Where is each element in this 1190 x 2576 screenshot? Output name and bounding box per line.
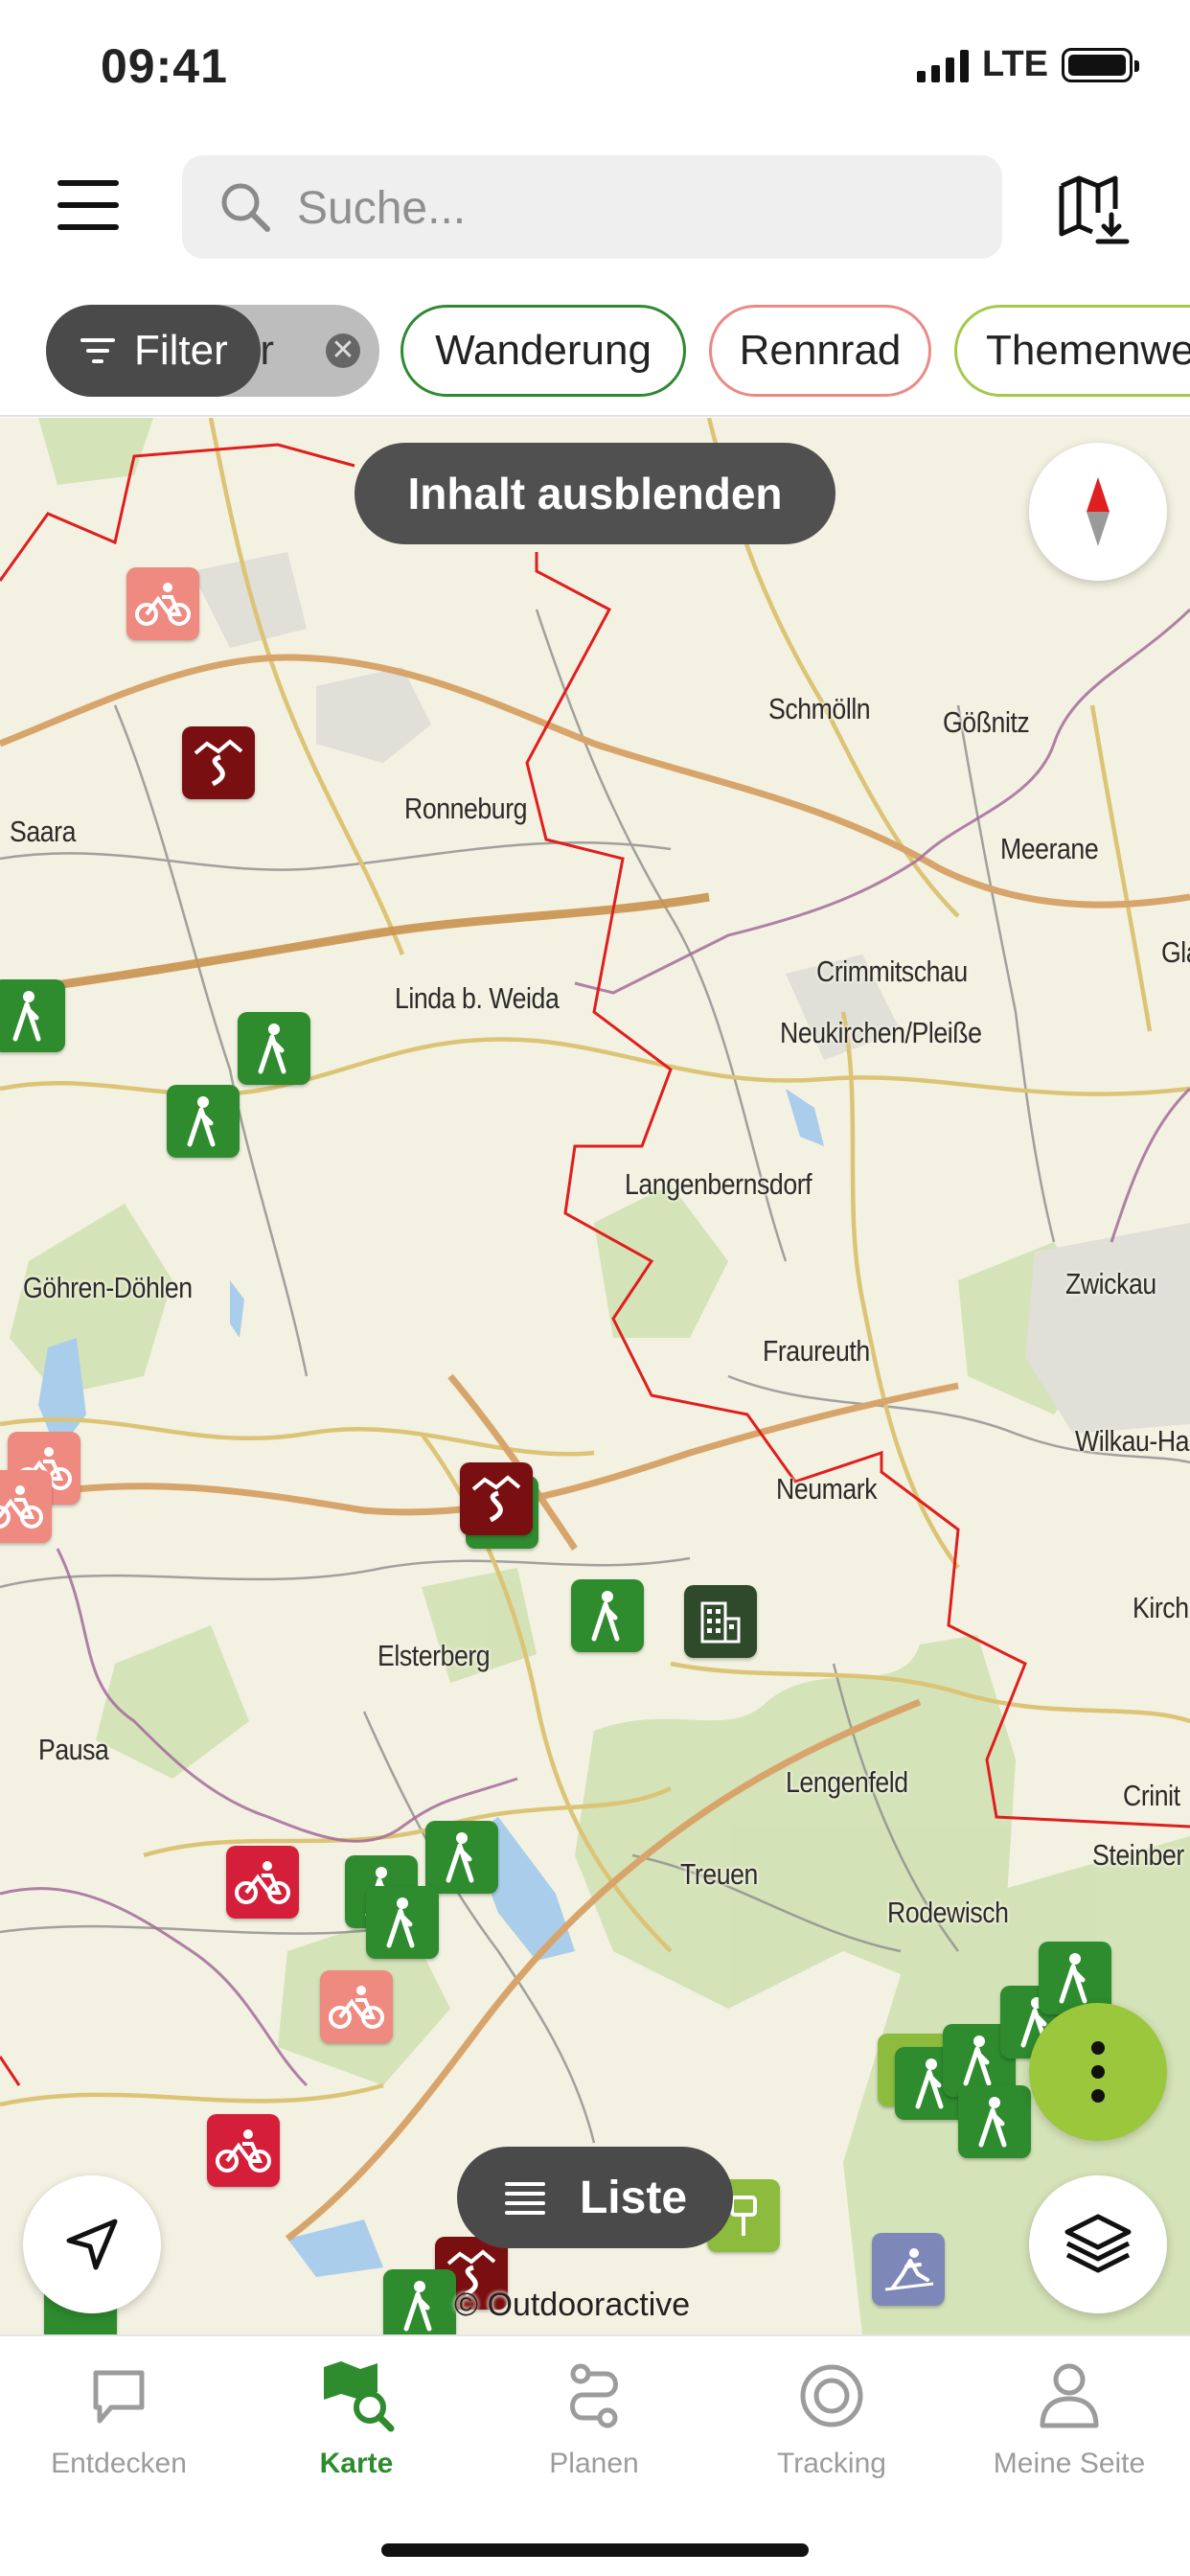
hike-marker-icon[interactable] — [366, 1886, 439, 1959]
more-options-button[interactable] — [1029, 2003, 1167, 2141]
place-label: Göhren-Döhlen — [23, 1271, 193, 1304]
tab-entdecken[interactable]: Entdecken — [0, 2358, 238, 2501]
chip-wanderung[interactable]: Wanderung — [400, 305, 686, 397]
list-button-label: Liste — [579, 2172, 688, 2223]
bike-marker-icon[interactable] — [320, 1970, 393, 2043]
trail-marker-icon[interactable] — [182, 726, 255, 799]
place-label: Ronneburg — [404, 792, 528, 825]
place-label: Steinber — [1092, 1838, 1184, 1872]
ski-marker-icon[interactable] — [872, 2233, 945, 2306]
tab-label: Planen — [549, 2448, 639, 2479]
battery-icon — [1062, 47, 1139, 82]
map-copyright[interactable]: © Outdooractive — [454, 2287, 690, 2324]
bike-marker-icon[interactable] — [126, 567, 199, 640]
list-view-button[interactable]: Liste — [457, 2147, 733, 2248]
place-label: Crinit — [1123, 1779, 1180, 1812]
map-layers-button[interactable] — [1029, 2175, 1167, 2313]
clear-chip-icon[interactable]: ✕ — [326, 334, 360, 368]
tab-karte[interactable]: Karte — [238, 2358, 475, 2501]
user-icon — [1031, 2358, 1108, 2434]
place-label: Linda b. Weida — [395, 981, 560, 1015]
tab-tracking[interactable]: Tracking — [713, 2358, 950, 2501]
bike-marker-icon[interactable] — [0, 1470, 52, 1543]
layers-icon — [1064, 2214, 1132, 2273]
search-placeholder: Suche... — [297, 183, 467, 234]
place-label: Zwickau — [1065, 1267, 1156, 1300]
hike-marker-icon[interactable] — [571, 1579, 644, 1652]
home-indicator — [381, 2543, 809, 2557]
map-view[interactable]: Schmölln Gößnitz Ronneburg Saara Meerane… — [0, 418, 1190, 2334]
filter-label: Filter — [134, 327, 228, 374]
place-label: Treuen — [680, 1857, 758, 1891]
offline-map-download-icon[interactable] — [1054, 171, 1131, 247]
tab-meine-seite[interactable]: Meine Seite — [950, 2358, 1188, 2501]
tab-label: Tracking — [777, 2448, 886, 2479]
place-label: Elsterberg — [378, 1639, 491, 1672]
compass-icon[interactable] — [1029, 443, 1167, 581]
place-label: Gla — [1161, 935, 1190, 969]
status-bar: 09:41 LTE — [0, 0, 1190, 134]
status-indicators: LTE — [917, 44, 1139, 85]
list-icon — [504, 2182, 545, 2215]
network-label: LTE — [982, 44, 1048, 84]
search-input[interactable]: Suche... — [182, 155, 1002, 259]
status-time: 09:41 — [101, 39, 228, 93]
filter-chips-row: Tour ✕ Filter Wanderung Rennrad Themenwe — [0, 278, 1190, 417]
chip-themenwege[interactable]: Themenwe — [954, 305, 1190, 397]
hide-content-toast[interactable]: Inhalt ausblenden — [355, 443, 835, 544]
search-icon — [221, 183, 270, 232]
place-label: Wilkau-Ha — [1075, 1424, 1190, 1458]
chat-bubble-icon — [80, 2358, 157, 2434]
route-plan-icon — [556, 2358, 632, 2434]
hike-marker-icon[interactable] — [383, 2269, 456, 2334]
bike-marker-icon[interactable] — [226, 1846, 299, 1919]
chip-rennrad[interactable]: Rennrad — [709, 305, 931, 397]
hamburger-menu-icon[interactable] — [57, 180, 119, 232]
hike-marker-icon[interactable] — [238, 1012, 310, 1085]
hike-marker-icon[interactable] — [958, 2085, 1031, 2158]
trail-marker-icon[interactable] — [460, 1462, 533, 1535]
tab-label: Meine Seite — [993, 2448, 1146, 2479]
place-label: Kirch — [1133, 1591, 1189, 1624]
more-vertical-icon — [1091, 2041, 1105, 2103]
tab-label: Entdecken — [51, 2448, 187, 2479]
tab-planen[interactable]: Planen — [475, 2358, 713, 2501]
place-label: Crimmitschau — [816, 954, 968, 988]
hike-marker-icon[interactable] — [167, 1085, 240, 1158]
place-label: Neukirchen/Pleiße — [780, 1016, 982, 1049]
place-label: Saara — [10, 815, 77, 848]
signal-icon — [917, 48, 970, 82]
filter-icon — [80, 338, 115, 363]
place-label: Langenbernsdorf — [625, 1167, 812, 1201]
building-marker-icon[interactable] — [684, 1585, 757, 1658]
bike-marker-icon[interactable] — [207, 2114, 280, 2187]
place-label: Pausa — [38, 1733, 109, 1766]
tab-label: Karte — [319, 2448, 394, 2479]
place-label: Rodewisch — [887, 1896, 1009, 1929]
place-label: Meerane — [1000, 832, 1099, 865]
map-search-icon — [318, 2358, 395, 2434]
bottom-tab-bar: Entdecken Karte Planen Tracking Meine Se… — [0, 2334, 1190, 2576]
place-label: Neumark — [776, 1472, 878, 1506]
place-label: Schmölln — [768, 692, 871, 725]
hike-marker-icon[interactable] — [425, 1821, 498, 1894]
hike-marker-icon[interactable] — [0, 979, 65, 1052]
place-label: Lengenfeld — [786, 1765, 908, 1799]
record-icon — [793, 2358, 870, 2434]
header: Suche... — [0, 134, 1190, 278]
filter-button[interactable]: Filter — [46, 305, 261, 397]
place-label: Gößnitz — [943, 705, 1030, 739]
locate-me-button[interactable] — [23, 2175, 161, 2313]
navigation-arrow-icon — [66, 2219, 118, 2270]
place-label: Fraureuth — [763, 1334, 870, 1368]
